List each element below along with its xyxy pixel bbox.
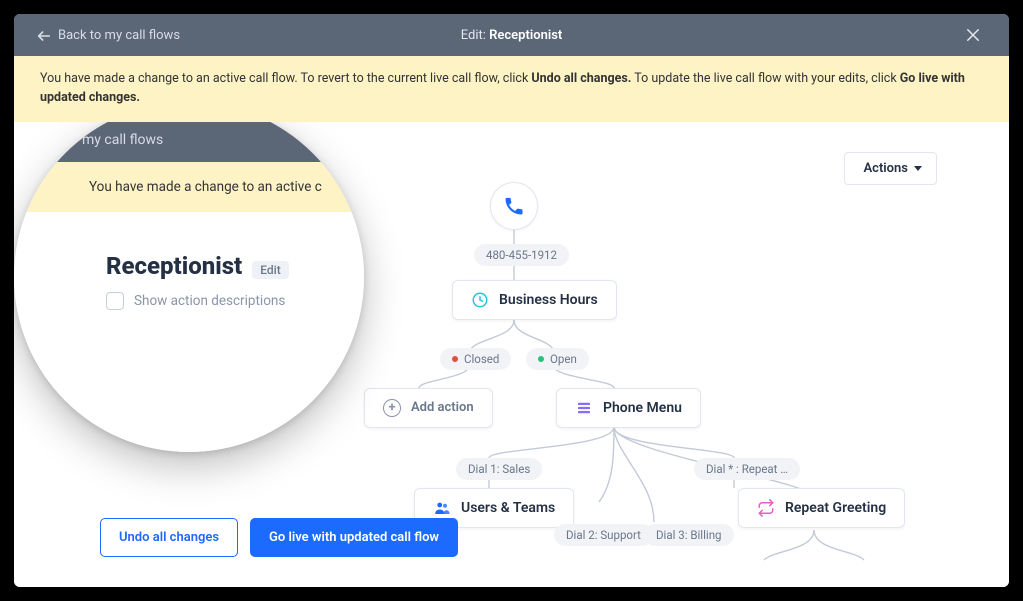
footer-actions: Undo all changes Go live with updated ca… — [100, 518, 458, 557]
plus-circle-icon: + — [383, 399, 401, 417]
close-icon — [964, 26, 982, 44]
flow-canvas[interactable]: Actions — [14, 122, 1009, 588]
users-icon — [433, 499, 451, 517]
show-descriptions-label: Show action descriptions — [134, 293, 285, 309]
phone-number-pill[interactable]: 480-455-1912 — [474, 244, 569, 266]
lens-header: my call flows — [14, 122, 364, 162]
back-link[interactable]: Back to my call flows — [36, 28, 180, 43]
back-link-label: Back to my call flows — [58, 28, 180, 43]
repeat-icon — [757, 499, 775, 517]
dot-green-icon — [538, 356, 544, 362]
open-pill[interactable]: Open — [526, 348, 589, 370]
chevron-down-icon — [914, 166, 922, 171]
actions-dropdown[interactable]: Actions — [844, 152, 937, 185]
actions-label: Actions — [863, 161, 908, 176]
dot-red-icon — [452, 356, 458, 362]
dial2-pill[interactable]: Dial 2: Support — [554, 524, 653, 546]
lens-banner: You have made a change to an active c — [14, 162, 364, 212]
header-bar: Back to my call flows Edit: Receptionist — [14, 14, 1009, 56]
dial1-pill[interactable]: Dial 1: Sales — [456, 458, 542, 480]
start-node[interactable] — [490, 182, 538, 230]
clock-icon — [471, 291, 489, 309]
edit-title-button[interactable]: Edit — [252, 261, 288, 279]
show-descriptions-checkbox[interactable] — [106, 292, 124, 310]
arrow-left-icon — [36, 28, 50, 42]
dial-star-pill[interactable]: Dial * : Repeat … — [694, 458, 800, 480]
go-live-button[interactable]: Go live with updated call flow — [250, 518, 458, 557]
flow-title: Receptionist — [106, 252, 242, 280]
dial3-pill[interactable]: Dial 3: Billing — [644, 524, 734, 546]
closed-pill[interactable]: Closed — [440, 348, 511, 370]
zoom-lens: my call flows You have made a change to … — [14, 122, 364, 452]
repeat-greeting-node[interactable]: Repeat Greeting — [738, 488, 905, 528]
add-action-node[interactable]: + Add action — [364, 388, 493, 428]
menu-icon — [575, 399, 593, 417]
business-hours-node[interactable]: Business Hours — [452, 280, 617, 320]
change-alert-banner: You have made a change to an active call… — [14, 56, 1009, 122]
app-window: Back to my call flows Edit: Receptionist… — [14, 14, 1009, 587]
close-button[interactable] — [959, 21, 987, 49]
phone-menu-node[interactable]: Phone Menu — [556, 388, 701, 428]
undo-button[interactable]: Undo all changes — [100, 518, 238, 557]
header-title: Edit: Receptionist — [461, 28, 563, 43]
phone-icon — [503, 195, 525, 217]
lens-body: Receptionist Edit Show action descriptio… — [14, 212, 364, 452]
